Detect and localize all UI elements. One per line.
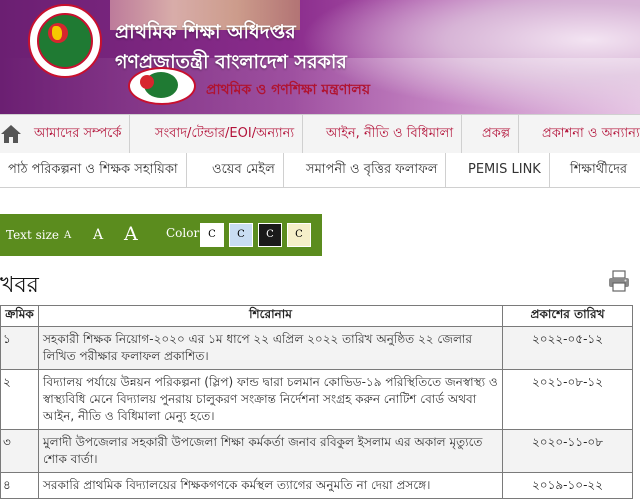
text-size-label: Text size <box>6 228 59 242</box>
table-row: ৩ মুলাদী উপজেলার সহকারী উপজেলা শিক্ষা কর… <box>0 429 633 473</box>
menu-item-students[interactable]: শিক্ষার্থীদের <box>562 153 635 187</box>
serial-cell: ১ <box>0 326 39 370</box>
news-link[interactable]: মুলাদী উপজেলার সহকারী উপজেলা শিক্ষা কর্ম… <box>38 429 503 473</box>
menu-item-lesson-plan[interactable]: পাঠ পরিকল্পনা ও শিক্ষক সহায়িকা <box>0 153 187 187</box>
government-seal-logo[interactable] <box>28 4 102 78</box>
font-size-small-button[interactable]: A <box>64 230 71 241</box>
font-size-medium-button[interactable]: A <box>93 227 103 243</box>
news-table: ক্রমিক শিরোনাম প্রকাশের তারিখ ১ সহকারী শ… <box>0 305 633 499</box>
font-size-large-button[interactable]: A <box>124 223 138 245</box>
color-swatch-blue[interactable]: C <box>229 223 253 247</box>
print-icon[interactable] <box>608 270 630 292</box>
home-icon[interactable] <box>0 123 22 145</box>
site-banner: প্রাথমিক শিক্ষা অধিদপ্তর গণপ্রজাতন্ত্রী … <box>0 0 640 114</box>
site-title: প্রাথমিক শিক্ষা অধিদপ্তর <box>115 21 296 43</box>
news-link[interactable]: বিদ্যালয় পর্যায়ে উন্নয়ন পরিকল্পনা (স্… <box>38 369 503 430</box>
table-row: ২ বিদ্যালয় পর্যায়ে উন্নয়ন পরিকল্পনা (… <box>0 369 633 430</box>
column-header-serial: ক্রমিক <box>0 305 39 327</box>
secondary-menu: পাঠ পরিকল্পনা ও শিক্ষক সহায়িকা ওয়েব মে… <box>0 153 640 188</box>
column-header-date: প্রকাশের তারিখ <box>502 305 633 327</box>
news-heading: খবর <box>0 273 39 298</box>
menu-item-publications[interactable]: প্রকাশনা ও অন্যান্য <box>534 115 640 153</box>
serial-cell: ৪ <box>0 472 39 499</box>
serial-cell: ২ <box>0 369 39 430</box>
ministry-name: প্রাথমিক ও গণশিক্ষা মন্ত্রণালয় <box>206 82 371 98</box>
date-cell: ২০২০-১১-০৮ <box>502 429 633 473</box>
menu-item-pemis-link[interactable]: PEMIS LINK <box>460 153 550 187</box>
news-link[interactable]: সহকারী শিক্ষক নিয়োগ-২০২০ এর ১ম ধাপে ২২ … <box>38 326 503 370</box>
color-swatch-black[interactable]: C <box>258 223 282 247</box>
menu-item-web-mail[interactable]: ওয়েব মেইল <box>204 153 284 187</box>
column-header-title: শিরোনাম <box>38 305 503 327</box>
table-row: ৪ সরকারি প্রাথমিক বিদ্যালয়ের শিক্ষকগণকে… <box>0 472 633 499</box>
menu-item-about[interactable]: আমাদের সম্পর্কে <box>26 115 131 153</box>
date-cell: ২০২২-০৫-১২ <box>502 326 633 370</box>
date-cell: ২০২১-০৮-১২ <box>502 369 633 430</box>
menu-item-exam-results[interactable]: সমাপনী ও বৃত্তির ফলাফল <box>298 153 447 187</box>
color-label: Color <box>166 226 200 240</box>
menu-item-projects[interactable]: প্রকল্প <box>474 115 520 153</box>
date-cell: ২০১৯-১০-২২ <box>502 472 633 499</box>
serial-cell: ৩ <box>0 429 39 473</box>
menu-item-news-tender[interactable]: সংবাদ/টেন্ডার/EOI/অন্যান্য <box>147 115 304 153</box>
table-header-row: ক্রমিক শিরোনাম প্রকাশের তারিখ <box>0 305 633 327</box>
primary-menu: আমাদের সম্পর্কে সংবাদ/টেন্ডার/EOI/অন্যান… <box>0 114 640 154</box>
accessibility-bar: Text size A A A Color C C C C <box>0 214 322 256</box>
ministry-seal-logo <box>128 67 196 105</box>
color-swatch-cream[interactable]: C <box>287 223 311 247</box>
menu-item-law-policy[interactable]: আইন, নীতি ও বিধিমালা <box>318 115 463 153</box>
color-swatch-white[interactable]: C <box>200 223 224 247</box>
table-row: ১ সহকারী শিক্ষক নিয়োগ-২০২০ এর ১ম ধাপে ২… <box>0 326 633 370</box>
news-link[interactable]: সরকারি প্রাথমিক বিদ্যালয়ের শিক্ষকগণকে ক… <box>38 472 503 499</box>
